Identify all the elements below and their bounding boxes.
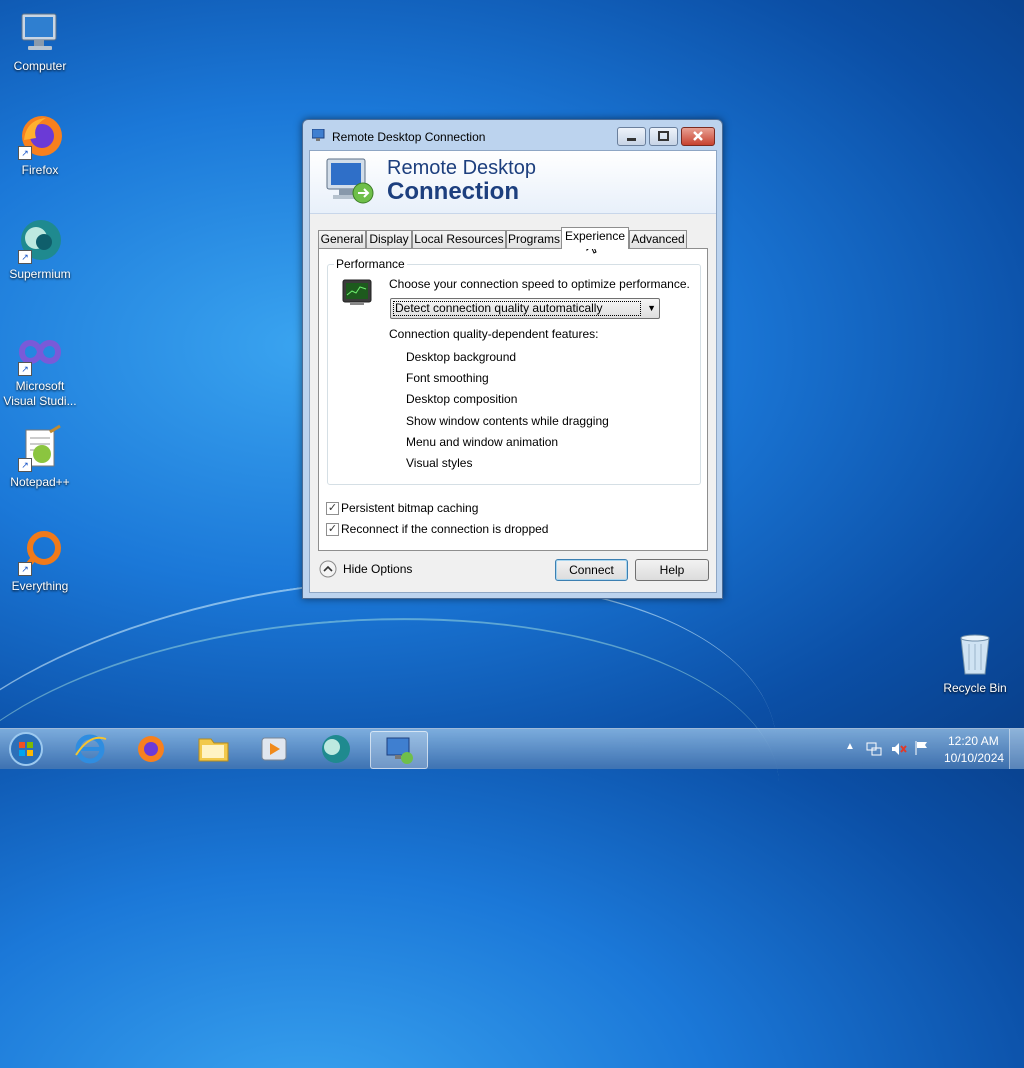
desktop-icon-everything[interactable]: ↗ Everything <box>1 528 79 594</box>
desktop-icon-label: Supermium <box>9 267 71 281</box>
notepadpp-icon: ↗ <box>16 424 64 472</box>
minimize-icon <box>627 138 636 141</box>
taskbar-media-player[interactable] <box>246 731 302 767</box>
feature-item: Visual styles <box>406 456 473 470</box>
help-button[interactable]: Help <box>635 559 709 581</box>
tab-experience[interactable]: Experience <box>561 227 629 249</box>
hide-options-label: Hide Options <box>343 562 413 576</box>
shortcut-arrow-icon: ↗ <box>18 362 32 376</box>
banner-title-line2: Connection <box>387 178 519 205</box>
feature-item: Show window contents while dragging <box>406 414 609 428</box>
supermium-icon: ↗ <box>16 216 64 264</box>
banner-title-line1: Remote Desktop <box>387 157 536 179</box>
desktop-icon-label: Firefox <box>21 163 59 177</box>
shortcut-arrow-icon: ↗ <box>18 146 32 160</box>
window-client-area: Remote Desktop Connection General Displa… <box>309 150 717 593</box>
reconnect-checkbox[interactable]: ✓ <box>326 523 339 536</box>
desktop-icon-label-line2: Visual Studi... <box>3 394 77 408</box>
experience-tab-panel: Performance Choose your connection speed… <box>318 248 708 551</box>
desktop-icon-label-line1: Microsoft <box>15 379 65 393</box>
tab-advanced[interactable]: Advanced <box>629 230 687 248</box>
start-orb-icon <box>9 732 43 766</box>
banner: Remote Desktop Connection <box>310 151 716 214</box>
hide-options-button[interactable]: Hide Options <box>318 559 418 579</box>
taskbar-firefox[interactable] <box>123 731 179 767</box>
show-desktop-button[interactable] <box>1009 729 1024 769</box>
shortcut-arrow-icon: ↗ <box>18 250 32 264</box>
desktop-icon-label: Recycle Bin <box>943 681 1007 695</box>
chevron-down-icon: ▼ <box>647 303 656 313</box>
remote-desktop-logo-icon <box>325 155 377 210</box>
connection-speed-dropdown[interactable]: Detect connection quality automatically … <box>390 298 660 319</box>
minimize-button[interactable] <box>617 127 646 146</box>
connection-speed-value: Detect connection quality automatically <box>393 301 641 316</box>
desktop-icon-vscode[interactable]: ↗ Microsoft Visual Studi... <box>1 328 79 409</box>
recycle-bin-icon <box>951 630 999 678</box>
desktop-icon-label: Computer <box>13 59 67 73</box>
internet-explorer-icon <box>75 734 107 764</box>
title-bar[interactable]: Remote Desktop Connection <box>303 120 722 150</box>
reconnect-label: Reconnect if the connection is dropped <box>341 522 549 536</box>
desktop-icon-label: Everything <box>11 579 69 593</box>
taskbar-internet-explorer[interactable] <box>62 731 118 767</box>
persistent-bitmap-caching-checkbox[interactable]: ✓ <box>326 502 339 515</box>
clock-time[interactable]: 12:20 AM <box>948 734 999 748</box>
network-icon[interactable] <box>866 741 882 760</box>
tab-programs[interactable]: Programs <box>506 230 562 248</box>
desktop-icon-firefox[interactable]: ↗ Firefox <box>1 112 79 178</box>
taskbar-supermium[interactable] <box>308 731 364 767</box>
remote-desktop-icon <box>386 737 413 764</box>
everything-icon: ↗ <box>16 528 64 576</box>
shortcut-arrow-icon: ↗ <box>18 458 32 472</box>
close-button[interactable] <box>681 127 715 146</box>
tab-local-resources[interactable]: Local Resources <box>412 230 506 248</box>
shortcut-arrow-icon: ↗ <box>18 562 32 576</box>
show-hidden-icons-button[interactable]: ▲ <box>845 741 855 752</box>
chevron-up-icon <box>319 560 337 578</box>
file-explorer-icon <box>198 738 229 762</box>
feature-item: Desktop background <box>406 350 517 364</box>
connect-button[interactable]: Connect <box>555 559 628 581</box>
desktop-icon-notepadpp[interactable]: ↗ Notepad++ <box>1 424 79 490</box>
close-icon <box>693 131 703 141</box>
persistent-bitmap-caching-label: Persistent bitmap caching <box>341 501 479 515</box>
feature-item: Menu and window animation <box>406 435 559 449</box>
performance-group-label: Performance <box>334 257 407 271</box>
feature-item: Desktop composition <box>406 392 518 406</box>
supermium-icon <box>322 735 350 763</box>
vscode-icon: ↗ <box>16 328 64 376</box>
firefox-icon <box>138 736 164 762</box>
desktop-icon-label: Notepad++ <box>10 475 70 489</box>
remote-desktop-window[interactable]: Remote Desktop Connection Remote Desktop… <box>302 119 723 599</box>
taskbar-file-explorer[interactable] <box>185 731 241 767</box>
desktop-icon-computer[interactable]: Computer <box>1 8 79 74</box>
desktop-icon-supermium[interactable]: ↗ Supermium <box>1 216 79 282</box>
taskbar: ▲ 12:20 AM 10/10/2024 <box>0 728 1024 769</box>
tab-display[interactable]: Display <box>366 230 412 248</box>
desktop-icon-recycle-bin[interactable]: Recycle Bin <box>936 630 1014 696</box>
start-button[interactable] <box>6 730 46 768</box>
media-player-icon <box>261 737 287 761</box>
features-heading: Connection quality-dependent features: <box>389 327 599 341</box>
taskbar-remote-desktop[interactable] <box>370 731 428 769</box>
remote-desktop-icon <box>311 128 326 141</box>
feature-item: Font smoothing <box>406 371 489 385</box>
maximize-button[interactable] <box>649 127 678 146</box>
firefox-icon: ↗ <box>16 112 64 160</box>
performance-group: Performance Choose your connection speed… <box>327 257 701 485</box>
computer-icon <box>16 8 64 56</box>
performance-monitor-icon <box>342 279 374 310</box>
clock-date[interactable]: 10/10/2024 <box>944 751 1004 765</box>
maximize-icon <box>658 131 669 141</box>
window-title: Remote Desktop Connection <box>332 130 486 144</box>
volume-muted-icon[interactable] <box>891 741 907 760</box>
connection-speed-prompt: Choose your connection speed to optimize… <box>389 277 690 291</box>
action-center-flag-icon[interactable] <box>914 740 930 759</box>
tab-general[interactable]: General <box>318 230 366 248</box>
